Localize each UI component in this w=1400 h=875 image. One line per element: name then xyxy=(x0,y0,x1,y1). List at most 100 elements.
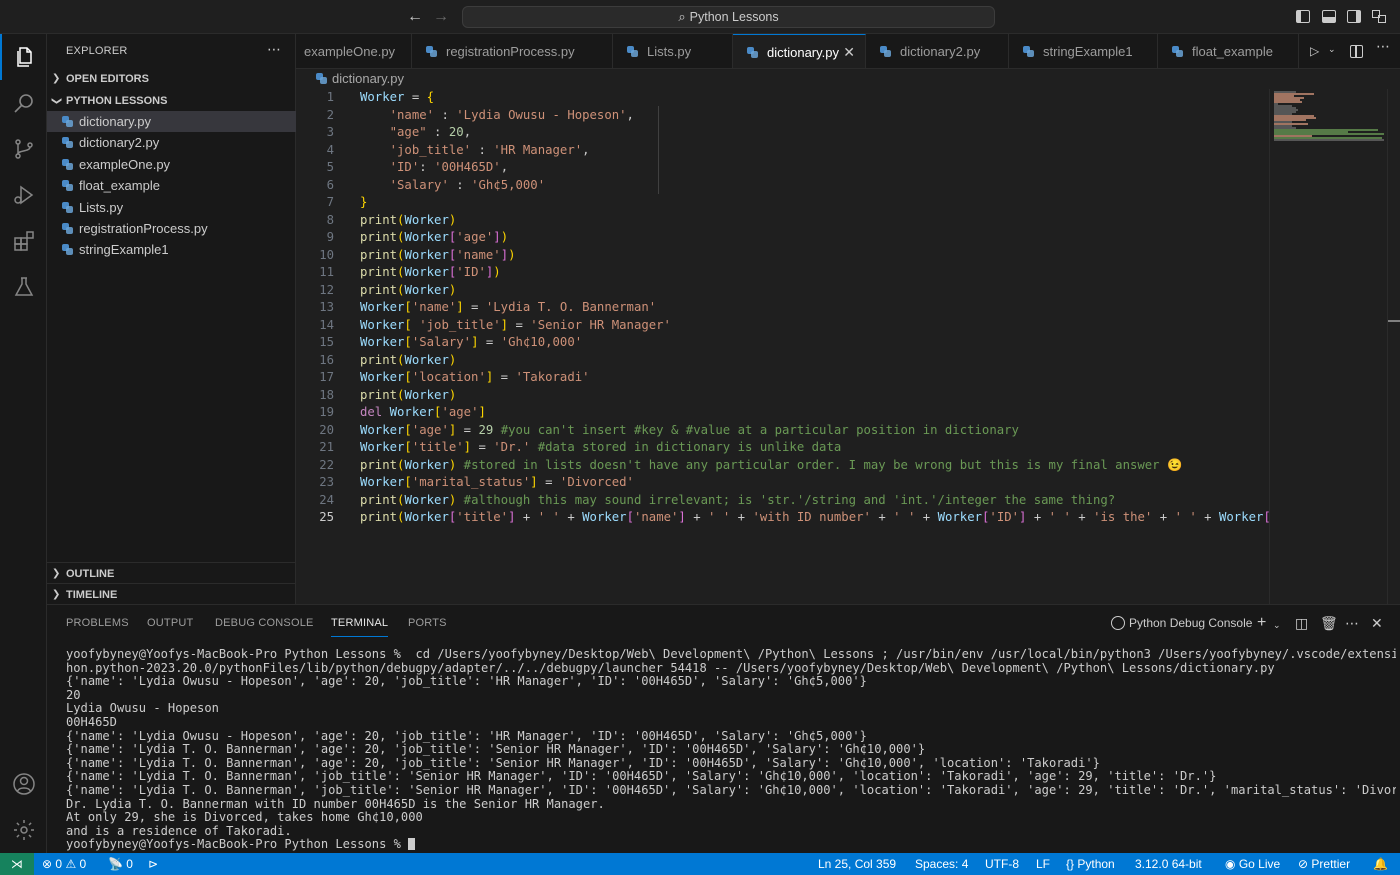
timeline-section[interactable]: ❯ TIMELINE xyxy=(47,583,296,605)
prettier-button[interactable]: ⊘ Prettier xyxy=(1298,853,1350,875)
tab-label: Lists.py xyxy=(647,44,692,59)
tab[interactable]: float_example xyxy=(1158,34,1299,68)
line-number: 7 xyxy=(326,195,334,209)
panel-tab-output[interactable]: OUTPUT xyxy=(147,605,193,641)
file-name: Lists.py xyxy=(79,199,124,215)
file-item[interactable]: dictionary.py xyxy=(47,111,296,132)
file-item[interactable]: exampleOne.py xyxy=(47,154,296,175)
editor-scrollbar[interactable] xyxy=(1387,89,1400,604)
settings-gear-icon[interactable] xyxy=(0,807,47,853)
tab[interactable]: Lists.py xyxy=(613,34,733,68)
more-actions-icon[interactable]: ⋯ xyxy=(1376,38,1390,55)
tab[interactable]: dictionary.py ✕ xyxy=(733,34,866,68)
toggle-panel-icon[interactable] xyxy=(1322,10,1336,23)
ports-indicator[interactable]: 📡 0 xyxy=(108,853,133,875)
line-number: 25 xyxy=(319,510,334,524)
file-name: dictionary.py xyxy=(79,114,152,129)
panel-tab-problems[interactable]: PROBLEMS xyxy=(66,605,129,641)
python-interpreter[interactable]: 3.12.0 64-bit xyxy=(1135,853,1202,875)
code-line: 18 print(Worker) xyxy=(296,387,1269,405)
remote-indicator-icon[interactable]: ⋊ xyxy=(0,853,34,875)
file-item[interactable]: dictionary2.py xyxy=(47,132,296,153)
forward-arrow-icon[interactable]: → xyxy=(432,8,450,26)
code-line: 1 Worker = { xyxy=(296,89,1269,107)
code-editor[interactable]: 1 Worker = { 2 'name' : 'Lydia Owusu - Ho… xyxy=(296,89,1269,604)
run-python-file-icon[interactable]: ▷ xyxy=(1310,44,1324,59)
code-line: 20 Worker['age'] = 29 #you can't insert #… xyxy=(296,422,1269,440)
file-item[interactable]: stringExample1 xyxy=(47,239,296,260)
tab[interactable]: exampleOne.py xyxy=(296,34,412,68)
testing-icon[interactable] xyxy=(0,264,47,310)
line-number: 9 xyxy=(326,230,334,244)
code-line: 17 Worker['location'] = 'Takoradi' xyxy=(296,369,1269,387)
line-number: 21 xyxy=(319,440,334,454)
kill-terminal-trash-icon[interactable]: 🗑 xyxy=(1320,615,1338,631)
outline-section[interactable]: ❯ OUTLINE xyxy=(47,562,296,584)
line-number: 12 xyxy=(319,282,334,297)
split-terminal-icon[interactable]: ◫ xyxy=(1295,615,1308,631)
go-live-button[interactable]: ◉ Go Live xyxy=(1225,853,1280,875)
prompt-text: yoofybyney@Yoofys-MacBook-Pro Python Les… xyxy=(66,837,409,852)
python-file-icon xyxy=(62,180,73,192)
more-actions-icon[interactable]: ⋯ xyxy=(267,41,281,58)
accounts-icon[interactable] xyxy=(0,761,47,807)
tab[interactable]: dictionary2.py xyxy=(866,34,1009,68)
back-arrow-icon[interactable]: ← xyxy=(406,8,424,26)
panel-tab-terminal[interactable]: TERMINAL xyxy=(331,605,389,641)
explorer-icon[interactable] xyxy=(0,34,47,80)
terminal-line: {'name': 'Lydia T. O. Bannerman', 'job_t… xyxy=(66,769,1217,784)
chevron-down-icon[interactable]: ⌄ xyxy=(1328,44,1336,55)
debug-launch-icon[interactable]: ⊳ xyxy=(148,853,158,875)
code-line: 5 'ID': '00H465D', xyxy=(296,159,1269,177)
end-of-line[interactable]: LF xyxy=(1036,853,1050,875)
run-and-debug-icon[interactable] xyxy=(0,172,47,218)
panel-tab-debug-console[interactable]: DEBUG CONSOLE xyxy=(215,605,314,641)
python-lessons-folder[interactable]: ❯ PYTHON LESSONS xyxy=(47,90,296,112)
breadcrumb-file[interactable]: dictionary.py xyxy=(332,71,404,86)
more-actions-icon[interactable]: ⋯ xyxy=(1345,615,1359,631)
broadcast-icon: 📡 xyxy=(108,857,123,871)
customize-layout-icon[interactable] xyxy=(1372,10,1386,23)
panel-tab-ports[interactable]: PORTS xyxy=(408,605,447,641)
line-number: 11 xyxy=(319,265,334,279)
line-number: 4 xyxy=(326,142,334,157)
cursor-position[interactable]: Ln 25, Col 359 xyxy=(818,853,896,875)
toggle-primary-sidebar-icon[interactable] xyxy=(1296,10,1310,23)
extensions-icon[interactable] xyxy=(0,218,47,264)
line-number: 22 xyxy=(319,457,334,472)
indentation[interactable]: Spaces: 4 xyxy=(915,853,968,875)
terminal-selector[interactable]: Python Debug Console xyxy=(1111,605,1252,641)
breadcrumb[interactable]: dictionary.py xyxy=(296,69,1400,89)
source-control-icon[interactable] xyxy=(0,126,47,172)
open-editors-section[interactable]: ❯ OPEN EDITORS xyxy=(47,68,296,90)
tab[interactable]: stringExample1 xyxy=(1009,34,1158,68)
close-panel-icon[interactable]: ✕ xyxy=(1371,615,1383,631)
code-line: 14 Worker[ 'job_title'] = 'Senior HR Mana… xyxy=(296,317,1269,335)
search-icon[interactable] xyxy=(0,80,47,126)
line-number: 8 xyxy=(326,212,334,227)
code-line: 10 print(Worker['name']) xyxy=(296,247,1269,265)
code-line: 4 'job_title' : 'HR Manager', xyxy=(296,142,1269,160)
notifications-bell-icon[interactable]: 🔔 xyxy=(1373,853,1388,875)
tab[interactable]: registrationProcess.py xyxy=(412,34,613,68)
problems-indicator[interactable]: ⊗ 0 ⚠ 0 xyxy=(42,853,86,875)
chevron-down-icon[interactable]: ⌄ xyxy=(1273,617,1281,633)
file-item[interactable]: registrationProcess.py xyxy=(47,218,296,239)
minimap[interactable] xyxy=(1269,89,1387,604)
line-number: 6 xyxy=(326,177,334,192)
code-line: 24 print(Worker) #although this may sound… xyxy=(296,492,1269,510)
line-number: 5 xyxy=(326,160,334,174)
toggle-secondary-sidebar-icon[interactable] xyxy=(1347,10,1361,23)
scrollbar-thumb[interactable] xyxy=(1388,320,1400,322)
encoding[interactable]: UTF-8 xyxy=(985,853,1019,875)
command-center-label: Python Lessons xyxy=(689,10,779,24)
terminal-line: {'name': 'Lydia Owusu - Hopeson', 'age':… xyxy=(66,728,867,743)
terminal-output[interactable]: yoofybyney@Yoofys-MacBook-Pro Python Les… xyxy=(66,648,1396,853)
close-tab-icon[interactable]: ✕ xyxy=(843,35,855,68)
file-item[interactable]: Lists.py xyxy=(47,197,296,218)
file-item[interactable]: float_example xyxy=(47,175,296,196)
language-mode[interactable]: {} Python xyxy=(1066,853,1115,875)
new-terminal-plus-icon[interactable]: + xyxy=(1257,615,1266,631)
split-editor-icon[interactable] xyxy=(1350,45,1363,58)
command-center-search[interactable]: ⌕ Python Lessons xyxy=(462,6,995,28)
